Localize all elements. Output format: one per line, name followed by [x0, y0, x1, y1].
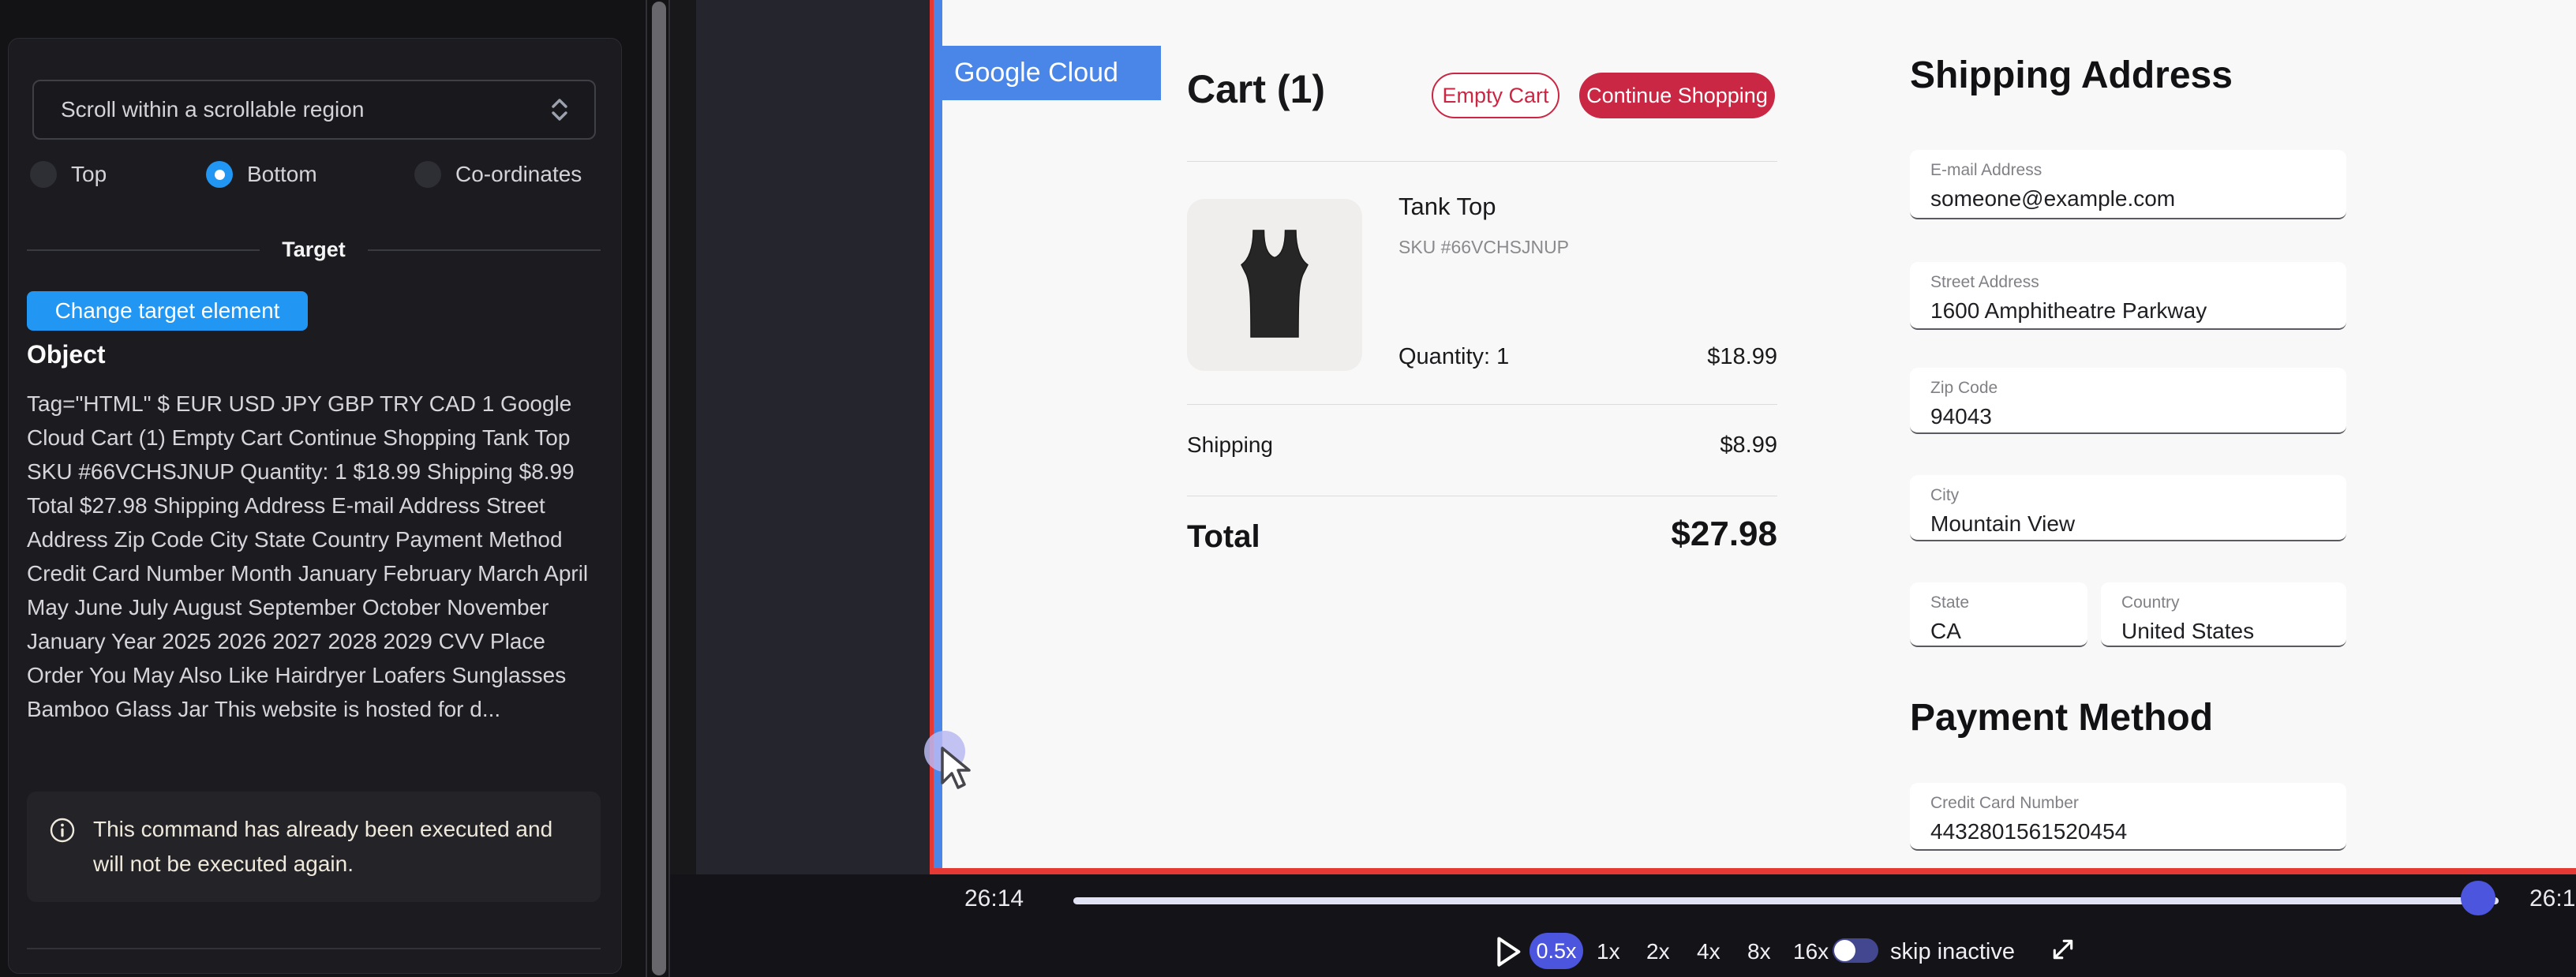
total-label: Total	[1187, 519, 1260, 555]
empty-cart-label: Empty Cart	[1442, 84, 1548, 108]
replay-gutter-outer	[670, 0, 696, 874]
scrollbar-thumb[interactable]	[652, 2, 666, 975]
fullscreen-icon[interactable]	[2048, 934, 2078, 964]
current-time: 26:14	[964, 885, 1024, 912]
speed-4x-button[interactable]: 4x	[1697, 939, 1720, 964]
skip-inactive-toggle[interactable]	[1833, 938, 1878, 963]
change-target-element-label: Change target element	[55, 298, 280, 324]
replay-cursor	[915, 728, 987, 799]
timeline-track[interactable]	[1073, 897, 2499, 904]
app-root: Scroll within a scrollable region Top Bo…	[0, 0, 2576, 977]
cart-header-divider	[1187, 161, 1777, 162]
product-name: Tank Top	[1398, 193, 1496, 221]
google-cloud-badge-label: Google Cloud	[954, 58, 1118, 88]
already-executed-notice: This command has already been executed a…	[27, 792, 601, 902]
country-field-label: Country	[2121, 593, 2346, 612]
email-field-value: someone@example.com	[1930, 186, 2346, 211]
city-field[interactable]: City Mountain View	[1910, 475, 2346, 541]
radio-top[interactable]: Top	[30, 159, 107, 190]
email-field[interactable]: E-mail Address someone@example.com	[1910, 150, 2346, 219]
radio-coordinates-label: Co-ordinates	[455, 162, 582, 187]
credit-card-field-label: Credit Card Number	[1930, 794, 2346, 813]
command-detail-panel: Scroll within a scrollable region Top Bo…	[8, 38, 622, 974]
google-cloud-badge: Google Cloud	[934, 46, 1161, 100]
radio-bottom[interactable]: Bottom	[206, 159, 317, 190]
element-highlight-red-bottom	[930, 868, 2576, 874]
replay-player-bar: 26:14 26:1 0.5x 1x 2x 4x 8x 16x skip ina…	[670, 874, 2576, 977]
city-field-label: City	[1930, 486, 2346, 505]
change-target-element-button[interactable]: Change target element	[27, 291, 308, 331]
replayed-webpage: Cart (1) Empty Cart Continue Shopping Ta…	[942, 0, 2576, 870]
target-section-label: Target	[282, 238, 346, 262]
street-field[interactable]: Street Address 1600 Amphitheatre Parkway	[1910, 262, 2346, 330]
email-field-label: E-mail Address	[1930, 161, 2346, 180]
speed-0.5x-button[interactable]: 0.5x	[1530, 933, 1583, 969]
zip-field[interactable]: Zip Code 94043	[1910, 368, 2346, 434]
command-type-value: Scroll within a scrollable region	[61, 97, 364, 122]
toggle-knob[interactable]	[1834, 940, 1855, 961]
timeline-thumb[interactable]	[2461, 881, 2496, 915]
radio-coordinates[interactable]: Co-ordinates	[414, 159, 582, 190]
object-heading: Object	[27, 340, 106, 369]
radio-top-label: Top	[71, 162, 107, 187]
speed-2x-button[interactable]: 2x	[1646, 939, 1670, 964]
country-field[interactable]: Country United States	[2101, 582, 2346, 647]
continue-shopping-label: Continue Shopping	[1586, 84, 1768, 108]
city-field-value: Mountain View	[1930, 511, 2346, 537]
payment-method-heading: Payment Method	[1910, 696, 2213, 739]
state-field[interactable]: State CA	[1910, 582, 2087, 647]
sidebar-divider	[27, 948, 601, 949]
total-value: $27.98	[1542, 515, 1777, 554]
replay-gutter	[696, 0, 930, 874]
target-section-divider: Target	[27, 238, 601, 262]
radio-coordinates-dot[interactable]	[414, 161, 441, 188]
credit-card-field[interactable]: Credit Card Number 4432801561520454	[1910, 783, 2346, 851]
product-image	[1187, 199, 1362, 371]
cart-divider	[1187, 404, 1777, 405]
country-field-value: United States	[2121, 619, 2346, 644]
sidebar-scrollbar[interactable]	[646, 0, 670, 977]
empty-cart-button[interactable]: Empty Cart	[1432, 73, 1559, 118]
product-sku: SKU #66VCHSJNUP	[1398, 237, 1569, 258]
shipping-row-label: Shipping	[1187, 432, 1273, 458]
speed-16x-button[interactable]: 16x	[1793, 939, 1829, 964]
speed-0.5x-label: 0.5x	[1536, 939, 1576, 964]
state-field-value: CA	[1930, 619, 2087, 644]
divider-line	[27, 249, 260, 251]
zip-field-value: 94043	[1930, 404, 2346, 429]
object-description-text: Tag="HTML" $ EUR USD JPY GBP TRY CAD 1 G…	[27, 387, 605, 726]
shipping-address-heading: Shipping Address	[1910, 54, 2233, 97]
product-quantity: Quantity: 1	[1398, 344, 1509, 370]
play-button[interactable]	[1492, 934, 1524, 969]
end-time: 26:1	[2529, 885, 2576, 912]
skip-inactive-label: skip inactive	[1890, 939, 2015, 965]
radio-bottom-label: Bottom	[247, 162, 317, 187]
select-chevrons-icon	[549, 96, 571, 123]
radio-bottom-dot[interactable]	[206, 161, 233, 188]
notice-text: This command has already been executed a…	[93, 812, 578, 882]
speed-8x-button[interactable]: 8x	[1747, 939, 1771, 964]
credit-card-field-value: 4432801561520454	[1930, 819, 2346, 844]
shipping-row-value: $8.99	[1613, 432, 1777, 459]
cart-title: Cart (1)	[1187, 66, 1325, 112]
street-field-value: 1600 Amphitheatre Parkway	[1930, 298, 2346, 324]
tank-top-image	[1215, 218, 1334, 352]
continue-shopping-button[interactable]: Continue Shopping	[1579, 73, 1775, 118]
street-field-label: Street Address	[1930, 273, 2346, 292]
speed-1x-button[interactable]: 1x	[1597, 939, 1620, 964]
info-icon	[49, 817, 76, 844]
state-field-label: State	[1930, 593, 2087, 612]
command-type-select[interactable]: Scroll within a scrollable region	[32, 80, 596, 140]
radio-top-dot[interactable]	[30, 161, 57, 188]
zip-field-label: Zip Code	[1930, 379, 2346, 398]
divider-line	[368, 249, 601, 251]
product-price: $18.99	[1613, 344, 1777, 370]
